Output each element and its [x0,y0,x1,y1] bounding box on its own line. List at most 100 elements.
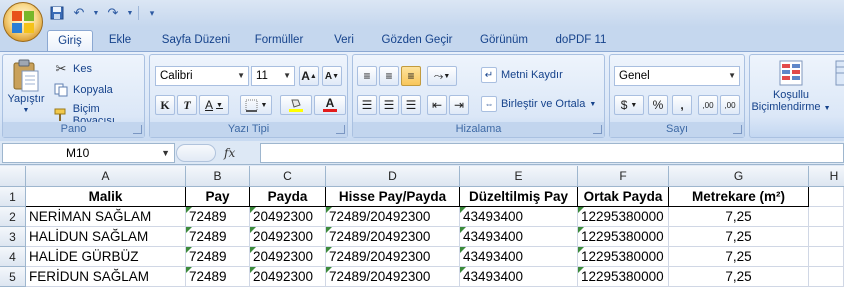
align-right-icon[interactable]: ☰ [401,95,421,115]
cell-d3[interactable]: 72489/20492300 [326,227,460,247]
cell-c4[interactable]: 20492300 [250,247,326,267]
currency-button[interactable]: $ ▼ [614,95,644,115]
cell-f3[interactable]: 12295380000 [578,227,669,247]
cell-f4[interactable]: 12295380000 [578,247,669,267]
increase-decimal-button[interactable]: ,00 [698,95,718,115]
cell-a5[interactable]: FERİDUN SAĞLAM [26,267,186,287]
cell-a1[interactable]: Malik [26,187,186,207]
align-left-icon[interactable]: ☰ [357,95,377,115]
redo-icon[interactable]: ↷ [104,4,122,22]
align-center-icon[interactable]: ☰ [379,95,399,115]
font-name-combo[interactable]: Calibri ▼ [155,66,249,86]
tab-review[interactable]: Gözden Geçir [376,30,458,51]
column-header-e[interactable]: E [460,166,578,187]
cell-f1[interactable]: Ortak Payda [578,187,669,207]
cell-f2[interactable]: 12295380000 [578,207,669,227]
cell-h3[interactable] [809,227,844,247]
column-header-b[interactable]: B [186,166,250,187]
row-header-2[interactable]: 2 [0,207,26,227]
save-icon[interactable] [48,4,66,22]
cell-a4[interactable]: HALİDE GÜRBÜZ [26,247,186,267]
formula-bar-resize-handle[interactable] [176,144,216,162]
tab-page-layout[interactable]: Sayfa Düzeni [152,30,240,51]
worksheet-grid[interactable]: ABCDEFGH 12345 Malik Pay Payda Hisse Pay/Pa… [0,166,844,289]
tab-view[interactable]: Görünüm [474,30,534,51]
decrease-decimal-button[interactable]: ,00 [720,95,740,115]
font-name-dropdown-icon[interactable]: ▼ [237,67,245,85]
tab-home[interactable]: Giriş [47,30,93,51]
cell-a2[interactable]: NERİMAN SAĞLAM [26,207,186,227]
number-format-dropdown-icon[interactable]: ▼ [728,67,736,85]
name-box-dropdown-icon[interactable]: ▼ [161,144,170,162]
cell-h5[interactable] [809,267,844,287]
undo-dropdown-icon[interactable]: ▼ [92,4,100,22]
cell-d4[interactable]: 72489/20492300 [326,247,460,267]
insert-function-icon[interactable]: fx [224,146,235,160]
cell-b3[interactable]: 72489 [186,227,250,247]
cell-g5[interactable]: 7,25 [669,267,809,287]
cell-b2[interactable]: 72489 [186,207,250,227]
increase-indent-icon[interactable]: ⇥ [449,95,469,115]
comma-style-button[interactable]: , [672,95,692,115]
clipboard-dialog-launcher-icon[interactable] [133,125,142,134]
cell-d5[interactable]: 72489/20492300 [326,267,460,287]
align-middle-icon[interactable]: ≡ [379,66,399,86]
conditional-formatting-dropdown-icon[interactable]: ▼ [824,105,831,112]
cell-h4[interactable] [809,247,844,267]
cell-h1[interactable] [809,187,844,207]
cell-b4[interactable]: 72489 [186,247,250,267]
align-top-icon[interactable]: ≡ [357,66,377,86]
font-size-combo[interactable]: 11 ▼ [251,66,295,86]
name-box[interactable]: M10 ▼ [2,143,175,163]
row-header-3[interactable]: 3 [0,227,26,247]
tab-formulas[interactable]: Formüller [246,30,312,51]
undo-icon[interactable]: ↶ [70,4,88,22]
select-all-corner[interactable] [0,166,26,187]
borders-button[interactable]: ▼ [240,95,272,115]
formula-input[interactable] [260,143,844,163]
column-header-g[interactable]: G [669,166,809,187]
row-header-4[interactable]: 4 [0,247,26,267]
cell-b5[interactable]: 72489 [186,267,250,287]
cut-button[interactable]: ✂ Kes [53,61,92,77]
cell-e5[interactable]: 43493400 [460,267,578,287]
grow-font-button[interactable]: A ▲ [299,66,319,86]
merge-center-button[interactable]: ⇔ Birleştir ve Ortala ▼ [481,96,596,112]
wrap-text-button[interactable]: ↵ Metni Kaydır [481,67,563,83]
paste-button[interactable]: Yapıştır ▼ [6,59,46,117]
cell-g3[interactable]: 7,25 [669,227,809,247]
office-button[interactable] [3,2,43,42]
cell-c1[interactable]: Payda [250,187,326,207]
cell-c5[interactable]: 20492300 [250,267,326,287]
customize-qat-icon[interactable]: ▾ [143,4,161,22]
shrink-font-button[interactable]: A ▼ [322,66,342,86]
cell-g4[interactable]: 7,25 [669,247,809,267]
copy-button[interactable]: Kopyala [53,82,113,98]
italic-button[interactable]: T [177,95,197,115]
column-header-d[interactable]: D [326,166,460,187]
format-as-table-button[interactable] [834,59,844,89]
column-header-h[interactable]: H [809,166,844,187]
row-header-1[interactable]: 1 [0,187,26,207]
cell-h2[interactable] [809,207,844,227]
font-color-button[interactable]: A [314,95,346,115]
redo-dropdown-icon[interactable]: ▼ [126,4,134,22]
column-header-f[interactable]: F [578,166,669,187]
merge-center-dropdown-icon[interactable]: ▼ [589,101,596,108]
percent-button[interactable]: % [648,95,668,115]
tab-data[interactable]: Veri [326,30,362,51]
alignment-dialog-launcher-icon[interactable] [593,125,602,134]
conditional-formatting-button[interactable]: Koşullu Biçimlendirme ▼ [751,59,831,115]
decrease-indent-icon[interactable]: ⇤ [427,95,447,115]
cell-c2[interactable]: 20492300 [250,207,326,227]
column-header-a[interactable]: A [26,166,186,187]
cell-e2[interactable]: 43493400 [460,207,578,227]
tab-insert[interactable]: Ekle [101,30,139,51]
paste-dropdown-icon[interactable]: ▼ [23,105,30,117]
row-header-5[interactable]: 5 [0,267,26,287]
cell-f5[interactable]: 12295380000 [578,267,669,287]
align-bottom-icon[interactable]: ≡ [401,66,421,86]
orientation-button[interactable]: ⤳ ▼ [427,66,457,86]
cell-a3[interactable]: HALİDUN SAĞLAM [26,227,186,247]
tab-dopdf[interactable]: doPDF 11 [550,30,612,51]
